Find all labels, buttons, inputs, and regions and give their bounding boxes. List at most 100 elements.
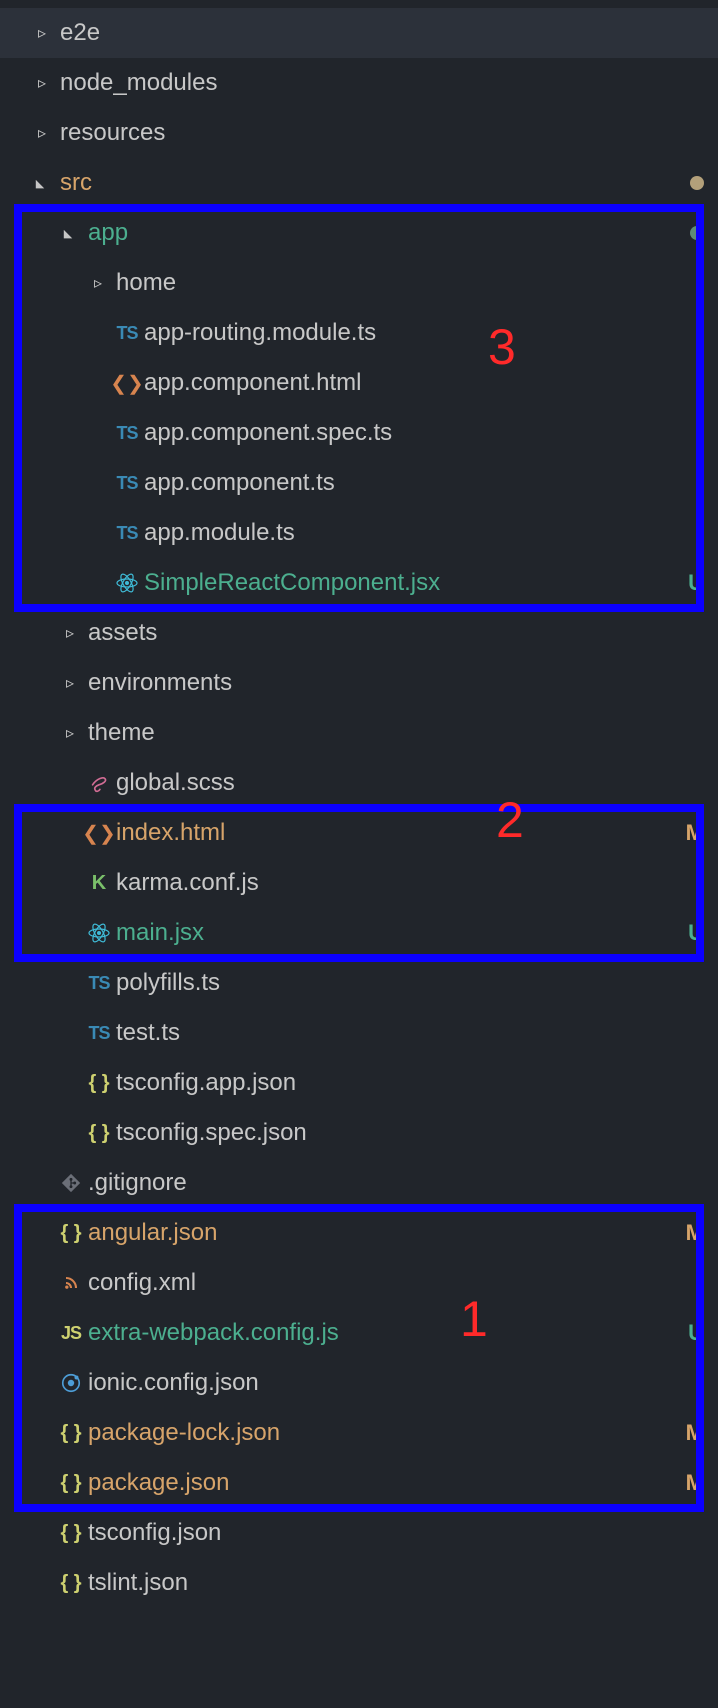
folder-row[interactable]: ▹ home — [0, 258, 718, 308]
git-status-badge: U — [688, 1320, 704, 1346]
json-icon: { } — [54, 1422, 88, 1445]
item-label: home — [116, 269, 704, 297]
item-label: ionic.config.json — [88, 1369, 704, 1397]
folder-row[interactable]: ▹ resources — [0, 108, 718, 158]
file-row[interactable]: TStest.ts — [0, 1008, 718, 1058]
file-row[interactable]: { }angular.json M — [0, 1208, 718, 1258]
modified-dot-icon — [690, 226, 704, 240]
item-label: app.module.ts — [144, 519, 704, 547]
ts-icon: TS — [110, 523, 144, 544]
item-label: e2e — [60, 19, 704, 47]
chevron-down-icon[interactable]: ◢ — [56, 227, 80, 240]
file-row[interactable]: { }tsconfig.app.json — [0, 1058, 718, 1108]
item-label: assets — [88, 619, 704, 647]
chevron-right-icon[interactable]: ▹ — [30, 73, 54, 93]
react-icon — [110, 571, 144, 595]
ts-icon: TS — [110, 323, 144, 344]
html-icon: ❮❯ — [82, 821, 116, 846]
chevron-right-icon[interactable]: ▹ — [58, 623, 82, 643]
html-icon: ❮❯ — [110, 371, 144, 396]
git-status-badge: M — [686, 1220, 704, 1246]
file-row[interactable]: TSapp.component.ts — [0, 458, 718, 508]
item-label: app-routing.module.ts — [144, 319, 704, 347]
json-icon: { } — [82, 1122, 116, 1145]
file-row[interactable]: Kkarma.conf.js — [0, 858, 718, 908]
modified-dot-icon — [690, 176, 704, 190]
karma-icon: K — [82, 872, 116, 895]
file-row[interactable]: config.xml — [0, 1258, 718, 1308]
item-label: karma.conf.js — [116, 869, 704, 897]
xml-icon — [54, 1273, 88, 1293]
file-row[interactable]: { }tsconfig.json — [0, 1508, 718, 1558]
json-icon: { } — [54, 1472, 88, 1495]
json-icon: { } — [54, 1572, 88, 1595]
git-status-badge: U — [688, 920, 704, 946]
item-label: environments — [88, 669, 704, 697]
chevron-right-icon[interactable]: ▹ — [86, 273, 110, 293]
file-row[interactable]: TSpolyfills.ts — [0, 958, 718, 1008]
folder-row[interactable]: ◢src — [0, 158, 718, 208]
file-row[interactable]: TSapp.component.spec.ts — [0, 408, 718, 458]
json-icon: { } — [54, 1522, 88, 1545]
item-label: tslint.json — [88, 1569, 704, 1597]
chevron-down-icon[interactable]: ◢ — [28, 177, 52, 190]
chevron-right-icon[interactable]: ▹ — [58, 723, 82, 743]
item-label: app.component.ts — [144, 469, 704, 497]
git-status-badge: U — [688, 570, 704, 596]
file-row[interactable]: { }tsconfig.spec.json — [0, 1108, 718, 1158]
folder-row[interactable]: ◢ app — [0, 208, 718, 258]
file-row[interactable]: global.scss — [0, 758, 718, 808]
item-label: tsconfig.app.json — [116, 1069, 704, 1097]
chevron-right-icon[interactable]: ▹ — [30, 23, 54, 43]
item-label: .gitignore — [88, 1169, 704, 1197]
ionic-icon — [54, 1372, 88, 1394]
item-label: SimpleReactComponent.jsx — [144, 569, 680, 597]
item-label: resources — [60, 119, 704, 147]
item-label: global.scss — [116, 769, 704, 797]
folder-row[interactable]: ▹ assets — [0, 608, 718, 658]
file-row[interactable]: { }package-lock.json M — [0, 1408, 718, 1458]
folder-row[interactable]: ▹ theme — [0, 708, 718, 758]
folder-row[interactable]: ▹ node_modules — [0, 58, 718, 108]
file-row[interactable]: JSextra-webpack.config.js U — [0, 1308, 718, 1358]
ts-icon: TS — [82, 973, 116, 994]
git-status-badge: M — [686, 1420, 704, 1446]
folder-row[interactable]: ▹ e2e — [0, 8, 718, 58]
ts-icon: TS — [82, 1023, 116, 1044]
file-row[interactable]: { }package.json M — [0, 1458, 718, 1508]
ts-icon: TS — [110, 473, 144, 494]
item-label: app.component.html — [144, 369, 704, 397]
item-label: config.xml — [88, 1269, 704, 1297]
item-label: theme — [88, 719, 704, 747]
file-row[interactable]: main.jsxU — [0, 908, 718, 958]
file-row[interactable]: .gitignore — [0, 1158, 718, 1208]
item-label: app.component.spec.ts — [144, 419, 704, 447]
file-row[interactable]: ❮❯app.component.html — [0, 358, 718, 408]
file-row[interactable]: ❮❯index.html M — [0, 808, 718, 858]
chevron-right-icon[interactable]: ▹ — [58, 673, 82, 693]
folder-row[interactable]: ▹ environments — [0, 658, 718, 708]
item-label: tsconfig.json — [88, 1519, 704, 1547]
item-label: angular.json — [88, 1219, 678, 1247]
item-label: extra-webpack.config.js — [88, 1319, 680, 1347]
file-row[interactable]: TSapp-routing.module.ts — [0, 308, 718, 358]
file-row[interactable]: TSapp.module.ts — [0, 508, 718, 558]
file-tree: ▹e2e▹node_modules▹resources◢src◢app▹home… — [0, 0, 718, 1616]
item-label: index.html — [116, 819, 678, 847]
item-label: app — [88, 219, 682, 247]
item-label: node_modules — [60, 69, 704, 97]
chevron-right-icon[interactable]: ▹ — [30, 123, 54, 143]
file-row[interactable]: SimpleReactComponent.jsx U — [0, 558, 718, 608]
git-icon — [54, 1172, 88, 1194]
item-label: package-lock.json — [88, 1419, 678, 1447]
git-status-badge: M — [686, 1470, 704, 1496]
ts-icon: TS — [110, 423, 144, 444]
json-icon: { } — [82, 1072, 116, 1095]
file-row[interactable]: ionic.config.json — [0, 1358, 718, 1408]
js-icon: JS — [54, 1323, 88, 1344]
git-status-badge: M — [686, 820, 704, 846]
file-row[interactable]: { }tslint.json — [0, 1558, 718, 1608]
item-label: test.ts — [116, 1019, 704, 1047]
item-label: package.json — [88, 1469, 678, 1497]
json-icon: { } — [54, 1222, 88, 1245]
